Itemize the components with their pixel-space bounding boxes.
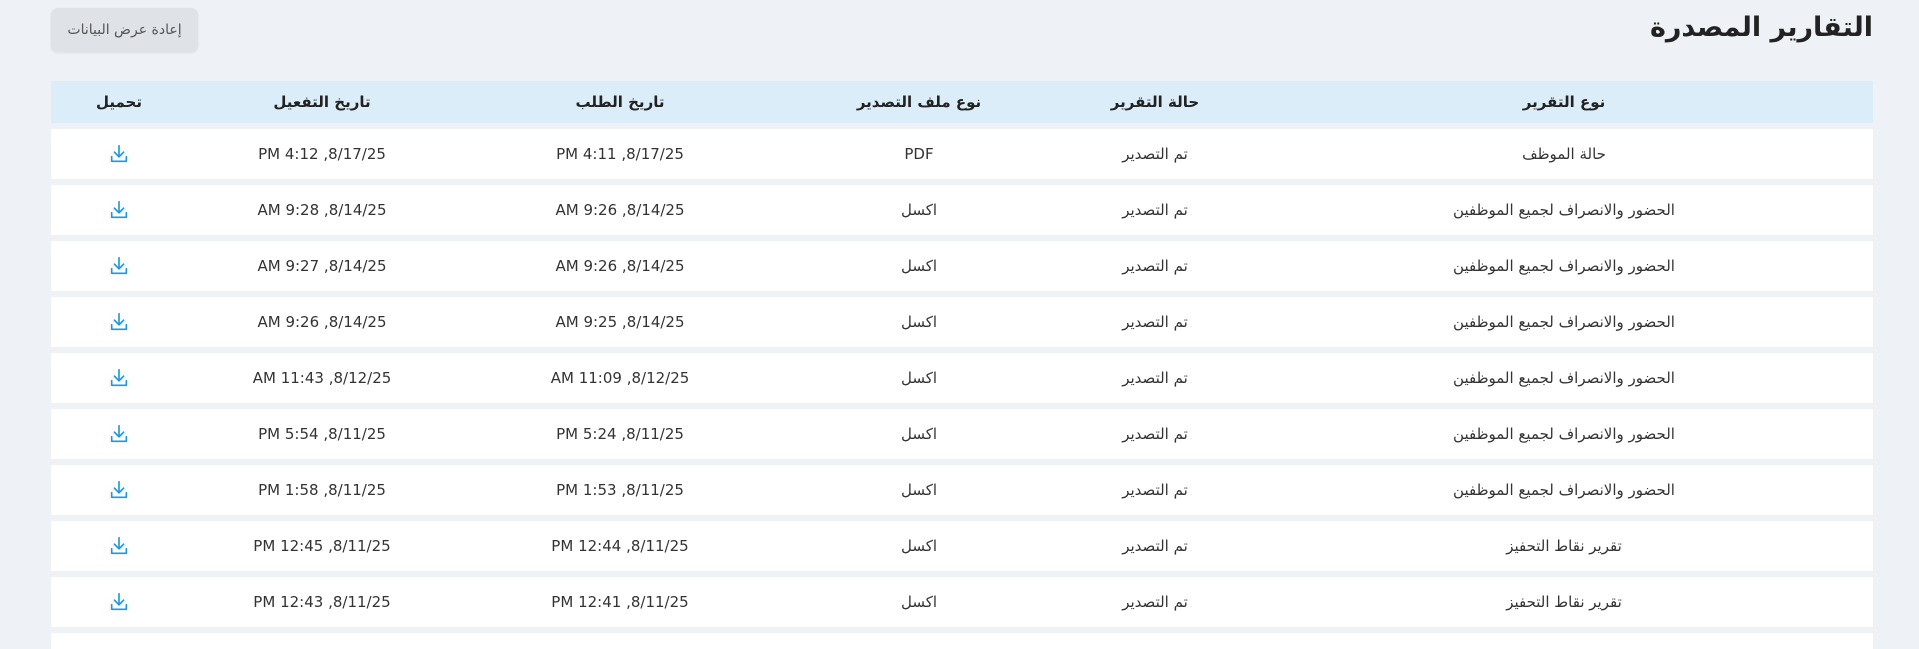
report-type-cell: الحضور والانصراف لجميع الموظفين bbox=[1453, 425, 1675, 443]
report-status-cell: تم التصدير bbox=[1122, 313, 1188, 331]
activation-date-cell: 8/11/25, 1:58 PM bbox=[258, 481, 386, 499]
file-type-cell: اكسل bbox=[900, 425, 938, 443]
exported-reports-page: التقارير المصدرة إعادة عرض البيانات نوع … bbox=[0, 0, 1919, 649]
file-type-cell: اكسل bbox=[900, 201, 938, 219]
download-cell bbox=[51, 479, 187, 501]
file-type-cell: اكسل bbox=[900, 257, 938, 275]
request-date-cell: 8/14/25, 9:25 AM bbox=[555, 313, 685, 331]
download-icon[interactable] bbox=[108, 199, 130, 221]
table-row: تقرير نقاط التحفيز تم التصدير اكسل 8/11/25,… bbox=[51, 577, 1873, 627]
request-date-cell: 8/11/25, 12:44 PM bbox=[551, 537, 689, 555]
activation-date-cell: 8/14/25, 9:26 AM bbox=[257, 313, 387, 331]
request-date-cell: 8/14/25, 9:26 AM bbox=[555, 257, 685, 275]
reports-table: نوع التقرير حالة التقرير نوع ملف التصدير… bbox=[51, 81, 1873, 649]
download-cell bbox=[51, 255, 187, 277]
column-header-request-date: تاريخ الطلب bbox=[575, 93, 665, 111]
download-icon[interactable] bbox=[108, 423, 130, 445]
table-row: الحضور والانصراف لجميع الموظفين تم التصدي… bbox=[51, 185, 1873, 235]
table-row: الحضور والانصراف لجميع الموظفين تم التصدي… bbox=[51, 409, 1873, 459]
report-status-cell: تم التصدير bbox=[1122, 369, 1188, 387]
report-status-cell: تم التصدير bbox=[1122, 425, 1188, 443]
request-date-cell: 8/11/25, 1:53 PM bbox=[556, 481, 684, 499]
download-cell bbox=[51, 367, 187, 389]
table-row: تقرير نقاط التحفيز تم التصدير اكسل 8/11/25,… bbox=[51, 521, 1873, 571]
download-icon[interactable] bbox=[108, 591, 130, 613]
download-cell bbox=[51, 143, 187, 165]
table-row: الحضور والانصراف لجميع الموظفين تم التصدي… bbox=[51, 353, 1873, 403]
report-type-cell: الحضور والانصراف لجميع الموظفين bbox=[1453, 257, 1675, 275]
table-body: حالة الموظف تم التصدير PDF 8/17/25, 4:11 PM… bbox=[51, 129, 1873, 627]
report-status-cell: تم التصدير bbox=[1122, 593, 1188, 611]
column-header-file-type: نوع ملف التصدير bbox=[856, 93, 982, 111]
reload-data-button[interactable]: إعادة عرض البيانات bbox=[51, 8, 198, 52]
file-type-cell: PDF bbox=[904, 145, 934, 163]
table-row: الحضور والانصراف لجميع الموظفين تم التصدي… bbox=[51, 241, 1873, 291]
download-cell bbox=[51, 423, 187, 445]
report-status-cell: تم التصدير bbox=[1122, 257, 1188, 275]
download-cell bbox=[51, 199, 187, 221]
file-type-cell: اكسل bbox=[900, 369, 938, 387]
table-header: نوع التقرير حالة التقرير نوع ملف التصدير… bbox=[51, 81, 1873, 123]
file-type-cell: اكسل bbox=[900, 313, 938, 331]
request-date-cell: 8/12/25, 11:09 AM bbox=[550, 369, 690, 387]
report-type-cell: تقرير نقاط التحفيز bbox=[1506, 537, 1622, 555]
activation-date-cell: 8/11/25, 5:54 PM bbox=[258, 425, 386, 443]
download-icon[interactable] bbox=[108, 143, 130, 165]
download-icon[interactable] bbox=[108, 535, 130, 557]
table-row: الحضور والانصراف لجميع الموظفين تم التصدي… bbox=[51, 297, 1873, 347]
table-row-partial bbox=[51, 633, 1873, 649]
file-type-cell: اكسل bbox=[900, 593, 938, 611]
request-date-cell: 8/11/25, 12:41 PM bbox=[551, 593, 689, 611]
request-date-cell: 8/14/25, 9:26 AM bbox=[555, 201, 685, 219]
report-type-cell: الحضور والانصراف لجميع الموظفين bbox=[1453, 201, 1675, 219]
report-type-cell: تقرير نقاط التحفيز bbox=[1506, 593, 1622, 611]
column-header-report-type: نوع التقرير bbox=[1522, 93, 1606, 111]
table-row: الحضور والانصراف لجميع الموظفين تم التصدي… bbox=[51, 465, 1873, 515]
table-row: حالة الموظف تم التصدير PDF 8/17/25, 4:11 PM… bbox=[51, 129, 1873, 179]
download-cell bbox=[51, 311, 187, 333]
file-type-cell: اكسل bbox=[900, 481, 938, 499]
activation-date-cell: 8/17/25, 4:12 PM bbox=[258, 145, 386, 163]
download-cell bbox=[51, 535, 187, 557]
report-status-cell: تم التصدير bbox=[1122, 537, 1188, 555]
activation-date-cell: 8/14/25, 9:28 AM bbox=[257, 201, 387, 219]
page-title: التقارير المصدرة bbox=[1649, 12, 1873, 43]
download-cell bbox=[51, 591, 187, 613]
report-status-cell: تم التصدير bbox=[1122, 201, 1188, 219]
column-header-download: تحميل bbox=[95, 93, 142, 111]
column-header-activation-date: تاريخ التفعيل bbox=[273, 93, 371, 111]
report-status-cell: تم التصدير bbox=[1122, 145, 1188, 163]
report-type-cell: الحضور والانصراف لجميع الموظفين bbox=[1453, 369, 1675, 387]
request-date-cell: 8/11/25, 5:24 PM bbox=[556, 425, 684, 443]
activation-date-cell: 8/11/25, 12:43 PM bbox=[253, 593, 391, 611]
download-icon[interactable] bbox=[108, 479, 130, 501]
report-type-cell: حالة الموظف bbox=[1522, 145, 1606, 163]
download-icon[interactable] bbox=[108, 367, 130, 389]
request-date-cell: 8/17/25, 4:11 PM bbox=[556, 145, 684, 163]
column-header-report-status: حالة التقرير bbox=[1110, 93, 1200, 111]
activation-date-cell: 8/12/25, 11:43 AM bbox=[252, 369, 392, 387]
download-icon[interactable] bbox=[108, 255, 130, 277]
download-icon[interactable] bbox=[108, 311, 130, 333]
activation-date-cell: 8/11/25, 12:45 PM bbox=[253, 537, 391, 555]
file-type-cell: اكسل bbox=[900, 537, 938, 555]
report-status-cell: تم التصدير bbox=[1122, 481, 1188, 499]
report-type-cell: الحضور والانصراف لجميع الموظفين bbox=[1453, 313, 1675, 331]
activation-date-cell: 8/14/25, 9:27 AM bbox=[257, 257, 387, 275]
report-type-cell: الحضور والانصراف لجميع الموظفين bbox=[1453, 481, 1675, 499]
